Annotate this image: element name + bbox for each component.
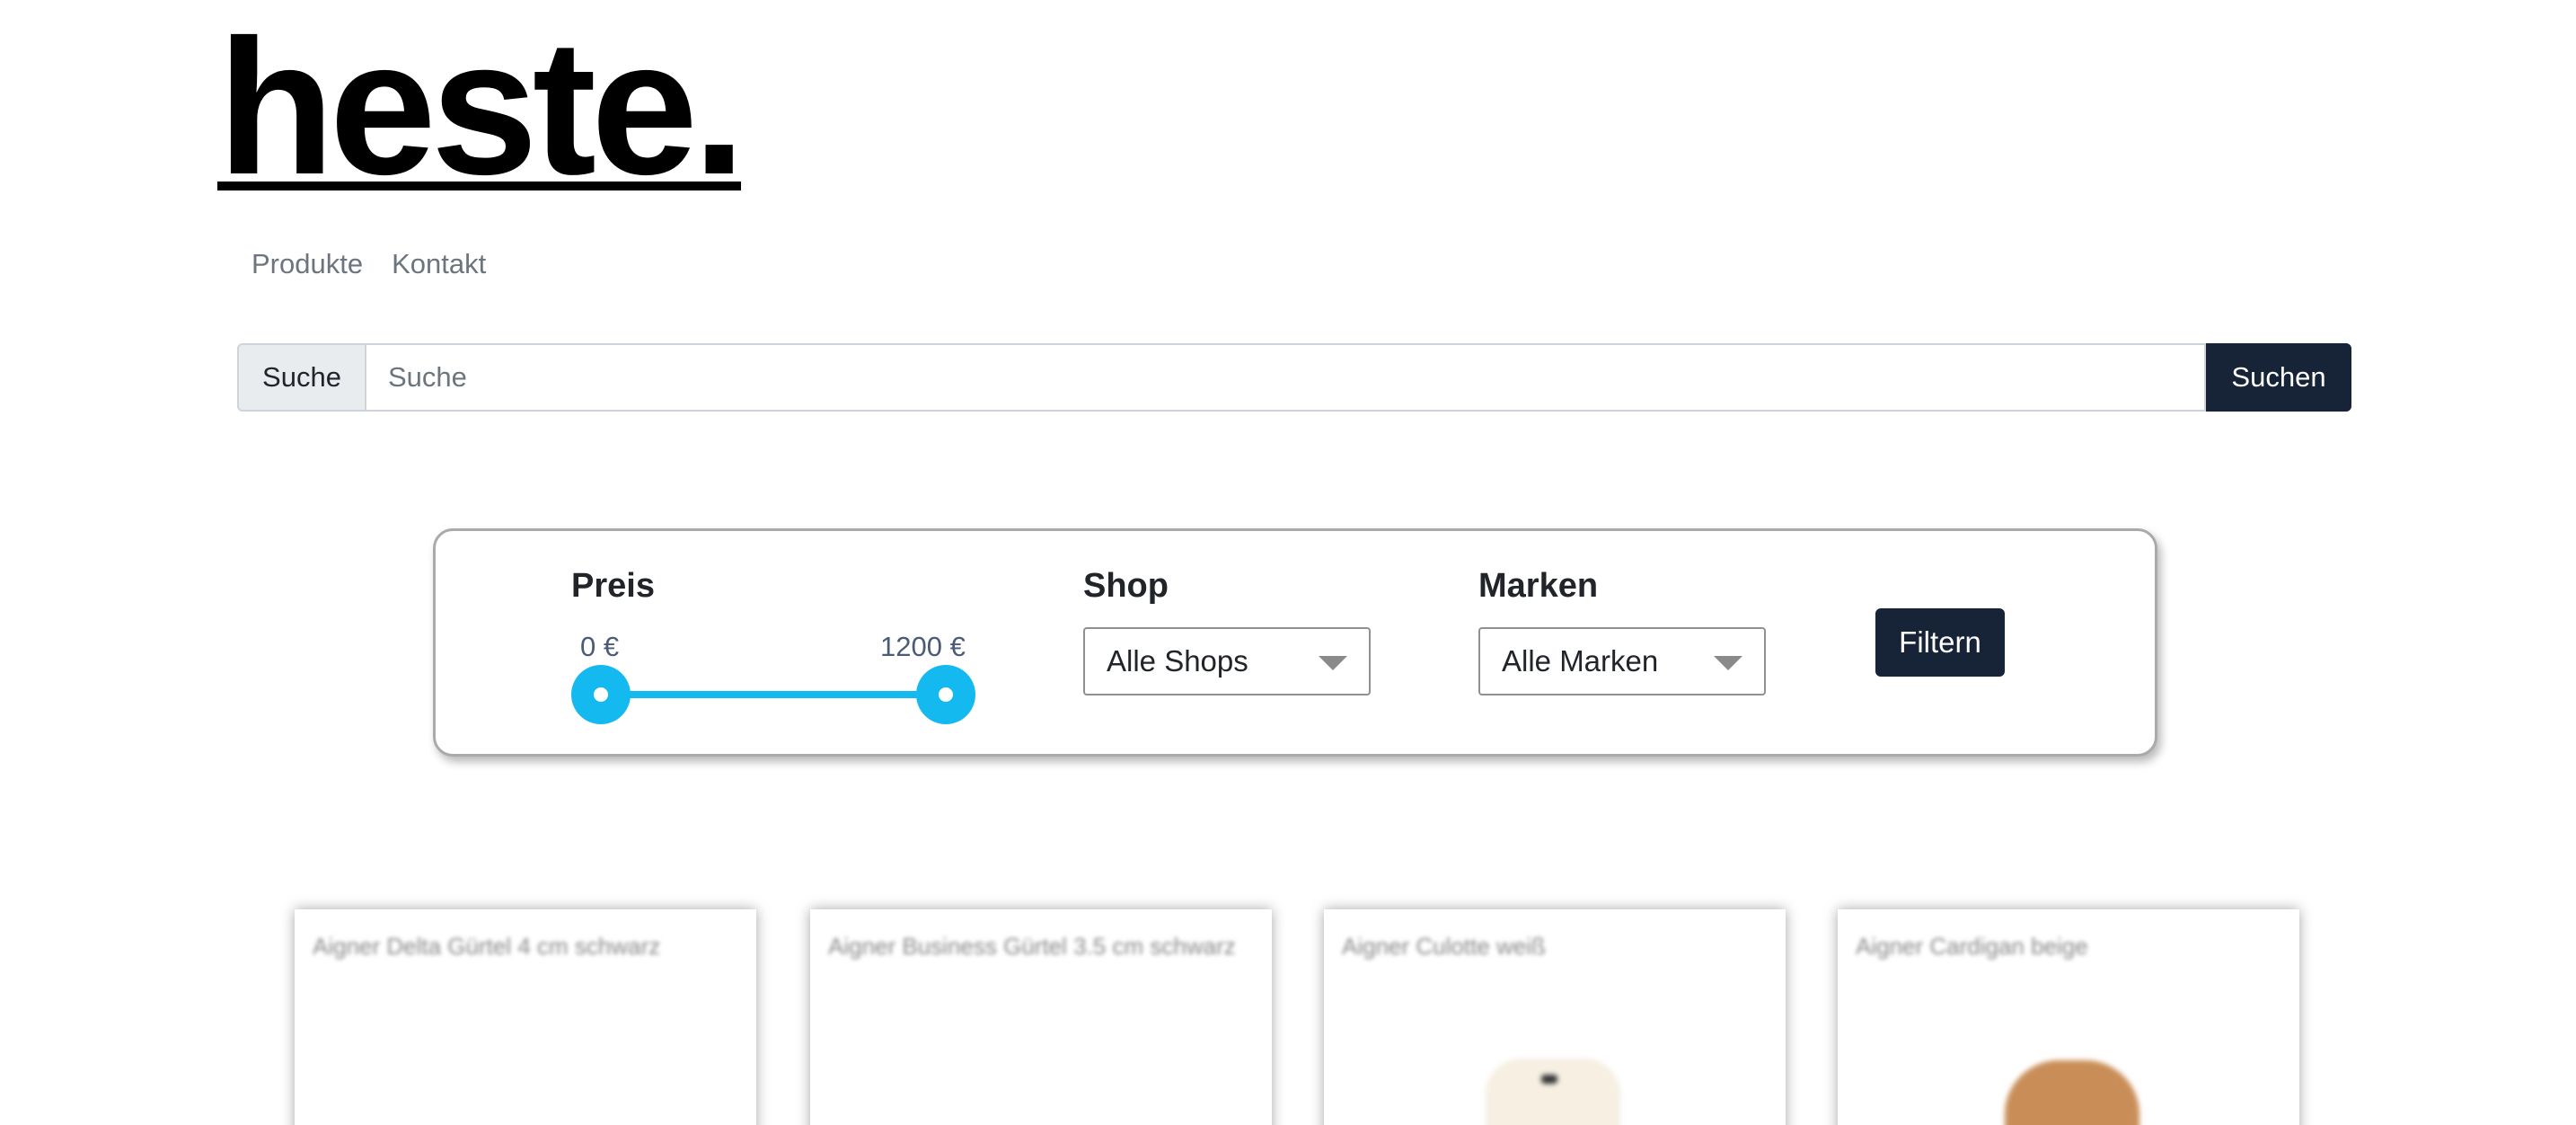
price-max-label: 1200 € xyxy=(880,631,966,662)
product-image xyxy=(2005,1060,2139,1125)
shop-select[interactable]: Alle Shops xyxy=(1083,627,1371,695)
shop-title: Shop xyxy=(1083,567,1169,605)
product-image xyxy=(1486,1059,1620,1125)
product-card[interactable]: Aigner Cardigan beige xyxy=(1838,909,2299,1125)
brands-title: Marken xyxy=(1478,567,1599,605)
brands-select-value: Alle Marken xyxy=(1502,644,1659,678)
nav-item-produkte[interactable]: Produkte xyxy=(251,246,363,282)
main-nav: Produkte Kontakt xyxy=(251,246,486,282)
search-button[interactable]: Suchen xyxy=(2206,343,2351,412)
price-min-label: 0 € xyxy=(580,631,620,662)
search-input[interactable] xyxy=(365,343,2206,412)
brands-select[interactable]: Alle Marken xyxy=(1478,627,1766,695)
search-label: Suche xyxy=(237,343,365,412)
chevron-down-icon xyxy=(1714,656,1742,670)
product-card[interactable]: Aigner Delta Gürtel 4 cm schwarz xyxy=(295,909,756,1125)
price-slider-track[interactable] xyxy=(600,691,947,698)
product-title: Aigner Cardigan beige xyxy=(1856,933,2088,960)
product-card[interactable]: Aigner Business Gürtel 3.5 cm schwarz xyxy=(810,909,1272,1125)
product-card[interactable]: Aigner Culotte weiß xyxy=(1324,909,1786,1125)
page: heste. Produkte Kontakt Suche Suchen Pre… xyxy=(0,0,2576,1125)
nav-item-kontakt[interactable]: Kontakt xyxy=(392,246,486,282)
product-title: Aigner Culotte weiß xyxy=(1342,933,1546,960)
filter-button[interactable]: Filtern xyxy=(1875,608,2005,677)
search-bar: Suche Suchen xyxy=(237,343,2351,412)
price-title: Preis xyxy=(571,567,655,605)
price-slider-max-handle[interactable] xyxy=(916,665,975,724)
product-title: Aigner Delta Gürtel 4 cm schwarz xyxy=(313,933,661,960)
chevron-down-icon xyxy=(1319,656,1347,670)
site-logo[interactable]: heste. xyxy=(217,12,745,204)
price-slider-min-handle[interactable] xyxy=(571,665,631,724)
product-title: Aigner Business Gürtel 3.5 cm schwarz xyxy=(828,933,1236,960)
shop-select-value: Alle Shops xyxy=(1107,644,1248,678)
